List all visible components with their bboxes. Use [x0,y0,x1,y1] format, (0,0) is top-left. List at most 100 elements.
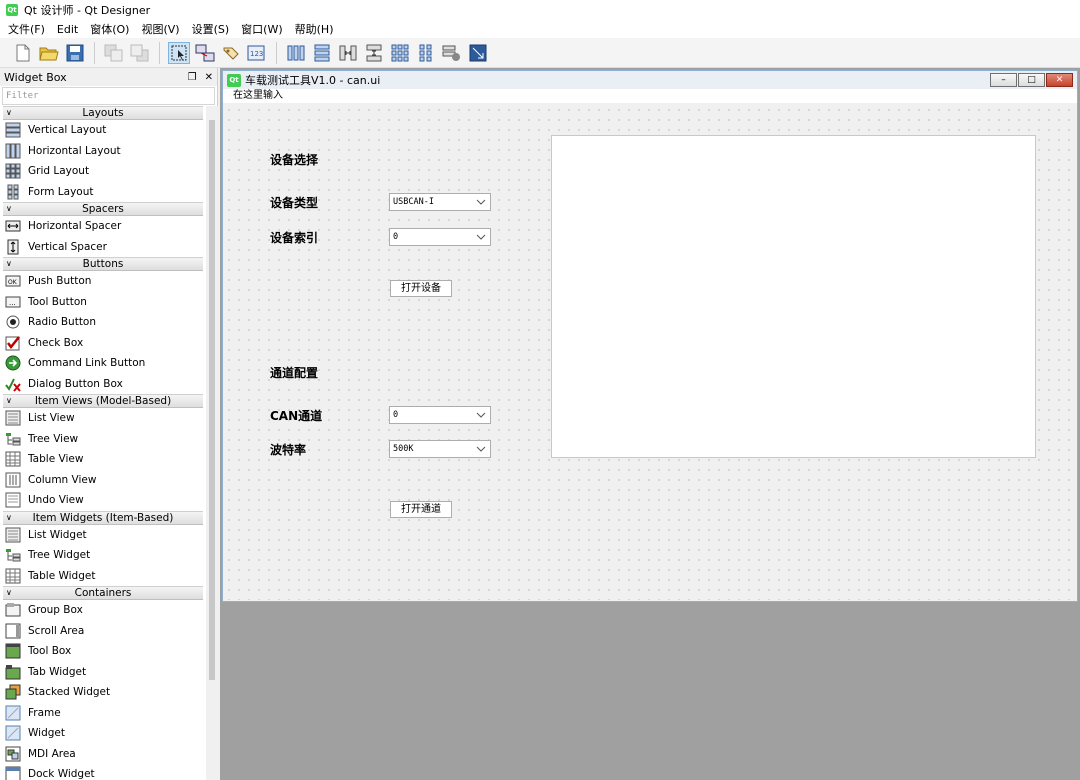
category-label: Item Widgets (Item-Based) [32,511,174,524]
float-icon[interactable]: ❐ [188,72,197,83]
widget-item-horizontal-spacer[interactable]: Horizontal Spacer [0,216,206,237]
menu-window[interactable]: 窗口(W) [235,21,288,37]
widget-item-frame[interactable]: Frame [0,703,206,724]
horizontal-layout-icon [4,143,22,159]
menu-edit[interactable]: Edit [51,23,84,36]
layout-form-icon[interactable] [415,42,437,64]
bring-to-front-icon[interactable] [129,42,151,64]
layout-horizontal-icon[interactable] [285,42,307,64]
widget-box-scrollbar[interactable] [206,106,218,780]
widget-item-tool-box[interactable]: Tool Box [0,641,206,662]
qt-logo-icon: Qt [227,73,241,87]
widget-item-label: Stacked Widget [28,686,111,699]
category-containers[interactable]: ∨ Containers [3,586,203,600]
collapse-arrow-icon: ∨ [6,396,12,405]
can-channel-combo[interactable]: 0 [389,406,491,424]
widget-item-grid-layout[interactable]: Grid Layout [0,161,206,182]
collapse-arrow-icon: ∨ [6,512,12,522]
vertical-layout-icon [4,122,22,138]
widget-item-tool-button[interactable]: ... Tool Button [0,292,206,313]
menu-settings[interactable]: 设置(S) [186,21,236,37]
form-layout-icon [4,184,22,200]
close-icon[interactable]: ✕ [205,72,213,83]
open-device-button[interactable]: 打开设备 [390,280,452,297]
menu-view[interactable]: 视图(V) [135,21,185,37]
widget-item-tree-view[interactable]: Tree View [0,429,206,450]
layout-vertical-icon[interactable] [311,42,333,64]
menu-help[interactable]: 帮助(H) [289,21,340,37]
tool-box-icon [4,643,22,659]
widget-item-push-button[interactable]: OK Push Button [0,271,206,292]
widget-item-table-widget[interactable]: Table Widget [0,566,206,587]
widget-item-label: Table View [28,453,84,466]
widget-item-group-box[interactable]: Group Box [0,600,206,621]
widget-item-widget[interactable]: Widget [0,723,206,744]
baud-rate-combo[interactable]: 500K [389,440,491,458]
svg-text:123: 123 [250,50,263,58]
category-item-widgets[interactable]: ∨ Item Widgets (Item-Based) [3,510,203,525]
widget-item-column-view[interactable]: Column View [0,470,206,491]
widget-item-form-layout[interactable]: Form Layout [0,182,206,203]
widget-item-list-widget[interactable]: List Widget [0,525,206,546]
chevron-down-icon [476,412,486,418]
widget-item-horizontal-layout[interactable]: Horizontal Layout [0,141,206,162]
widget-item-check-box[interactable]: Check Box [0,333,206,354]
edit-tab-order-icon[interactable]: 123 [246,42,268,64]
table-widget-icon [4,568,22,584]
widget-item-dialog-button-box[interactable]: Dialog Button Box [0,374,206,395]
category-label: Spacers [82,203,124,215]
widget-item-vertical-layout[interactable]: Vertical Layout [0,120,206,141]
list-view-icon [4,410,22,426]
can-channel-value: 0 [393,410,399,420]
list-widget-icon [4,527,22,543]
send-to-back-icon[interactable] [103,42,125,64]
device-type-combo[interactable]: USBCAN-I [389,193,491,211]
filter-input[interactable]: Filter [2,87,215,105]
edit-buddies-icon[interactable] [220,42,242,64]
break-layout-icon[interactable] [441,42,463,64]
widget-item-table-view[interactable]: Table View [0,449,206,470]
minimize-icon[interactable]: – [990,73,1017,87]
category-spacers[interactable]: ∨ Spacers [3,202,203,216]
menu-form[interactable]: 窗体(O) [84,21,135,37]
open-folder-icon[interactable] [38,42,60,64]
horizontal-spacer-icon [4,218,22,234]
radio-button-icon [4,314,22,330]
widget-item-vertical-spacer[interactable]: Vertical Spacer [0,237,206,258]
output-text-panel[interactable] [551,135,1036,458]
widget-item-list-view[interactable]: List View [0,408,206,429]
widget-item-tree-widget[interactable]: Tree Widget [0,545,206,566]
maximize-icon[interactable]: □ [1018,73,1045,87]
edit-widgets-icon[interactable] [168,41,190,64]
widget-item-command-link-button[interactable]: Command Link Button [0,353,206,374]
scrollbar-thumb[interactable] [209,120,215,680]
widget-item-scroll-area[interactable]: Scroll Area [0,621,206,642]
device-index-combo[interactable]: 0 [389,228,491,246]
category-item-views[interactable]: ∨ Item Views (Model-Based) [3,394,203,408]
widget-item-radio-button[interactable]: Radio Button [0,312,206,333]
close-icon[interactable]: ✕ [1046,73,1073,87]
widget-item-label: Radio Button [28,316,97,329]
layout-vertical-splitter-icon[interactable] [363,42,385,64]
menu-type-here[interactable]: 在这里输入 [233,90,283,101]
category-layouts[interactable]: ∨ Layouts [3,106,203,120]
adjust-size-icon[interactable] [467,42,489,64]
save-icon[interactable] [64,42,86,64]
form-menu-bar: 在这里输入 [223,89,1077,103]
open-channel-button[interactable]: 打开通道 [390,501,452,518]
new-file-icon[interactable] [12,42,34,64]
widget-item-undo-view[interactable]: Undo View [0,490,206,511]
widget-item-dock-widget[interactable]: Dock Widget [0,764,206,780]
main-title-bar: Qt Qt 设计师 - Qt Designer [0,0,1080,20]
edit-signals-slots-icon[interactable] [194,42,216,64]
layout-grid-icon[interactable] [389,42,411,64]
form-title-bar: Qt 车载测试工具V1.0 - can.ui – □ ✕ [223,71,1077,89]
widget-item-tab-widget[interactable]: Tab Widget [0,662,206,683]
category-buttons[interactable]: ∨ Buttons [3,257,203,271]
widget-item-mdi-area[interactable]: MDI Area [0,744,206,765]
menu-file[interactable]: 文件(F) [2,21,51,37]
baud-rate-value: 500K [393,444,414,454]
widget-item-stacked-widget[interactable]: Stacked Widget [0,682,206,703]
layout-horizontal-splitter-icon[interactable] [337,42,359,64]
form-title: 车载测试工具V1.0 - can.ui [245,74,381,87]
